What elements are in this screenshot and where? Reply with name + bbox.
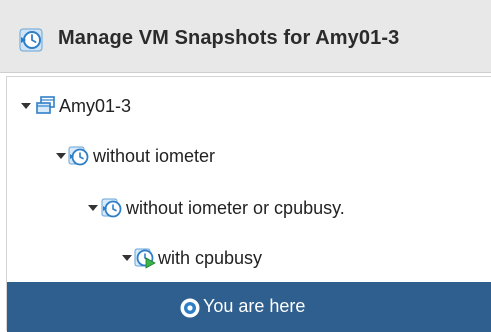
dialog-title: Manage VM Snapshots for Amy01-3 (58, 27, 400, 49)
snapshot-icon (101, 198, 122, 218)
tree-node-snapshot[interactable]: without iometer or cpubusy. (7, 185, 491, 231)
tree-node-label: Amy01-3 (59, 96, 132, 116)
tree-node-label: without iometer (93, 146, 216, 166)
tree-node-snapshot[interactable]: without iometer (7, 133, 491, 179)
snapshot-icon (68, 146, 89, 166)
tree-node-label: with cpubusy (158, 248, 263, 268)
chevron-down-icon[interactable] (87, 202, 99, 214)
chevron-down-icon[interactable] (121, 252, 133, 264)
virtual-machine-icon (36, 96, 55, 114)
tree-node-vm[interactable]: Amy01-3 (7, 83, 491, 129)
tree-node-current[interactable]: You are here (7, 282, 491, 332)
chevron-down-icon[interactable] (55, 150, 67, 162)
snapshot-running-icon (134, 248, 156, 269)
snapshot-tree: Amy01-3 without iometer without iometer … (6, 76, 491, 332)
tree-node-snapshot[interactable]: with cpubusy (7, 235, 491, 281)
dialog-header: Manage VM Snapshots for Amy01-3 (0, 0, 491, 73)
current-location-icon (180, 298, 200, 318)
chevron-down-icon[interactable] (20, 100, 32, 112)
snapshot-clock-icon (19, 28, 43, 52)
tree-node-label: You are here (203, 296, 306, 316)
tree-node-label: without iometer or cpubusy. (126, 198, 345, 218)
